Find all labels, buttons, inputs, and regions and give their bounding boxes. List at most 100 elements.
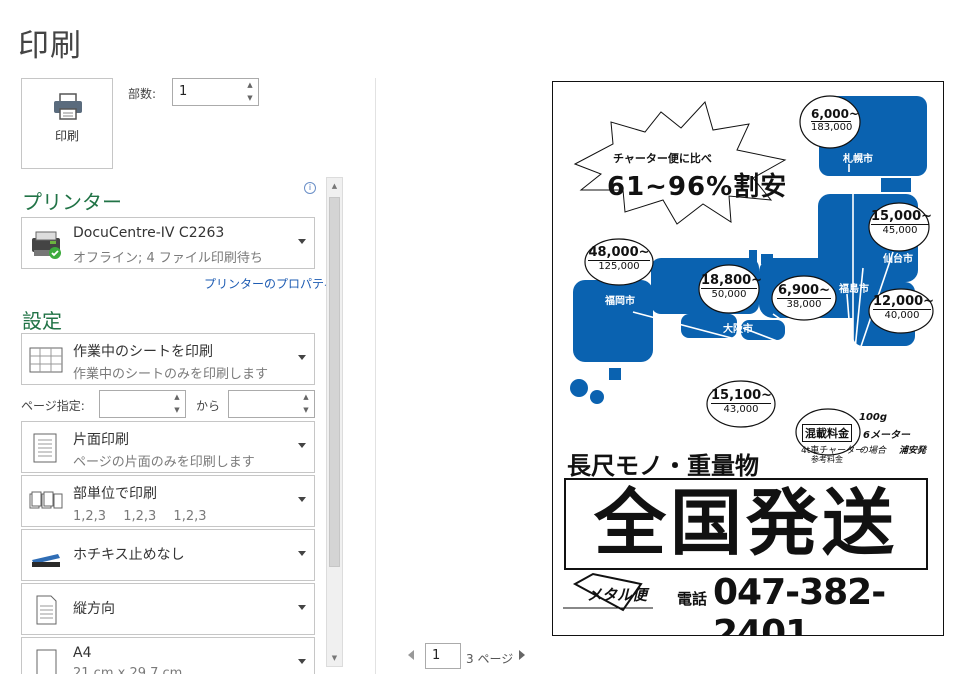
printer-heading: プリンター [22,190,122,214]
phone-number: 047-382-2401 [713,572,886,636]
pages-label: ページ指定: [21,399,85,413]
city-osaka: 大阪市 [723,324,753,335]
chevron-down-icon [298,551,306,556]
pages-from-up-icon[interactable]: ▲ [169,391,185,404]
pages-to-up-icon[interactable]: ▲ [298,391,314,404]
note-case: の場合 [859,446,887,456]
page-total: 3 ページ [466,652,514,666]
print-what-desc: 作業中のシートのみを印刷します [73,367,269,382]
ref-price-label: 参考料金 [811,455,843,464]
sides-title: 片面印刷 [73,432,129,448]
info-icon[interactable]: i [304,182,316,194]
price-big: 6,900~ [777,283,830,298]
pages-from-input[interactable]: ▲ ▼ [99,390,186,418]
burst-line2: 61~96%割安 [607,172,788,202]
price-big: 12,000~ [873,294,935,309]
copies-value: 1 [179,84,188,99]
price-big: 6,000~ [811,107,860,121]
settings-scrollbar[interactable]: ▲ ▼ [326,177,343,667]
price-fukuoka: 48,000~ 125,000 [588,245,650,272]
city-kofu: 甲府市 [805,334,835,345]
price-sendai: 15,000~ 45,000 [871,209,933,236]
note-length: 6メーター [863,430,910,441]
stapler-icon [32,554,60,567]
prev-page-arrow-icon[interactable] [408,650,414,660]
paper-icon [36,649,57,674]
price-small: 43,000 [711,403,771,415]
price-big: 18,800~ [701,273,763,288]
pages-to-input[interactable]: ▲ ▼ [228,390,315,418]
pages-to-label: から [196,399,221,413]
price-osaka: 18,800~ 50,000 [701,273,763,300]
pages-to-down-icon[interactable]: ▼ [298,404,314,417]
collate-dropdown[interactable]: 部単位で印刷 1,2,3 1,2,3 1,2,3 [21,475,315,527]
sheet-grid-icon [29,347,63,373]
collate-desc: 1,2,3 1,2,3 1,2,3 [73,509,207,524]
chevron-down-icon [298,497,306,502]
scroll-up-arrow-icon[interactable]: ▲ [327,178,342,194]
nationwide-shipping: 全国発送 [593,481,898,565]
price-big: 15,100~ [711,388,773,403]
city-fukuoka: 福岡市 [605,296,635,307]
print-button-label: 印刷 [54,129,79,143]
price-small: 125,000 [588,260,650,272]
note-origin: 浦安発 [899,446,927,456]
chevron-down-icon [298,239,306,244]
burst-line1: チャーター便に比べ [613,152,712,165]
city-nagoya: 名古屋市 [743,367,783,378]
city-sendai: 仙台市 [883,254,913,265]
next-page-arrow-icon[interactable] [519,650,525,660]
note-weight: 100g [859,412,888,423]
brand-logo: メタル便 [587,586,648,604]
price-small: 50,000 [701,288,757,300]
portrait-icon [36,595,57,625]
collate-title: 部単位で印刷 [73,486,157,502]
copies-down-arrow-icon[interactable]: ▼ [242,92,258,105]
scroll-down-arrow-icon[interactable]: ▼ [327,650,342,666]
price-small: 183,000 [811,121,853,133]
printer-name: DocuCentre-IV C2263 [73,225,225,241]
sides-desc: ページの片面のみを印刷します [73,455,255,470]
price-big: 15,000~ [871,209,933,224]
chevron-down-icon [298,355,306,360]
price-small: 45,000 [871,224,929,236]
staple-title: ホチキス止めなし [73,547,185,563]
sides-dropdown[interactable]: 片面印刷 ページの片面のみを印刷します [21,421,315,473]
price-nagoya: 15,100~ 43,000 [711,388,773,415]
mixed-rate-label: 混載料金 [802,424,852,442]
price-small: 40,000 [873,309,931,321]
chevron-down-icon [298,443,306,448]
single-sided-icon [33,433,57,463]
price-big: 48,000~ [588,245,650,260]
scroll-thumb[interactable] [329,197,340,567]
price-sapporo: 6,000~ 183,000 [811,107,860,133]
price-fukushima: 12,000~ 40,000 [873,294,935,321]
pages-from-down-icon[interactable]: ▼ [169,404,185,417]
printer-device-icon [32,231,61,259]
copies-input[interactable]: 1 ▲ ▼ [172,78,259,106]
phone-label: 電話 [677,590,708,608]
staple-dropdown[interactable]: ホチキス止めなし [21,529,315,581]
long-goods-heading: 長尺モノ・重量物 [567,452,759,480]
paper-desc: 21 cm x 29.7 cm [73,666,183,674]
printer-dropdown[interactable]: DocuCentre-IV C2263 オフライン; 4 ファイル印刷待ち [21,217,315,269]
print-button[interactable]: 印刷 [21,78,113,169]
printer-properties-link[interactable]: プリンターのプロパティ [204,275,335,292]
paper-title: A4 [73,645,92,661]
printer-icon [54,93,82,120]
collate-icon [29,491,63,509]
orientation-title: 縦方向 [73,601,115,617]
orientation-dropdown[interactable]: 縦方向 [21,583,315,635]
print-what-dropdown[interactable]: 作業中のシートを印刷 作業中のシートのみを印刷します [21,333,315,385]
price-kofu: 6,900~ 38,000 [777,283,831,310]
city-fukushima: 福島市 [839,284,869,295]
paper-size-dropdown[interactable]: A4 21 cm x 29.7 cm [21,637,315,674]
chevron-down-icon [298,605,306,610]
page-number-input[interactable]: 1 [425,643,461,669]
print-preview-page: チャーター便に比べ 61~96%割安 6,000~ 183,000 15,000… [552,81,944,636]
price-small: 38,000 [777,298,831,310]
printer-status: オフライン; 4 ファイル印刷待ち [73,251,263,266]
copies-label: 部数: [128,87,157,101]
copies-up-arrow-icon[interactable]: ▲ [242,79,258,92]
print-what-title: 作業中のシートを印刷 [73,344,213,360]
